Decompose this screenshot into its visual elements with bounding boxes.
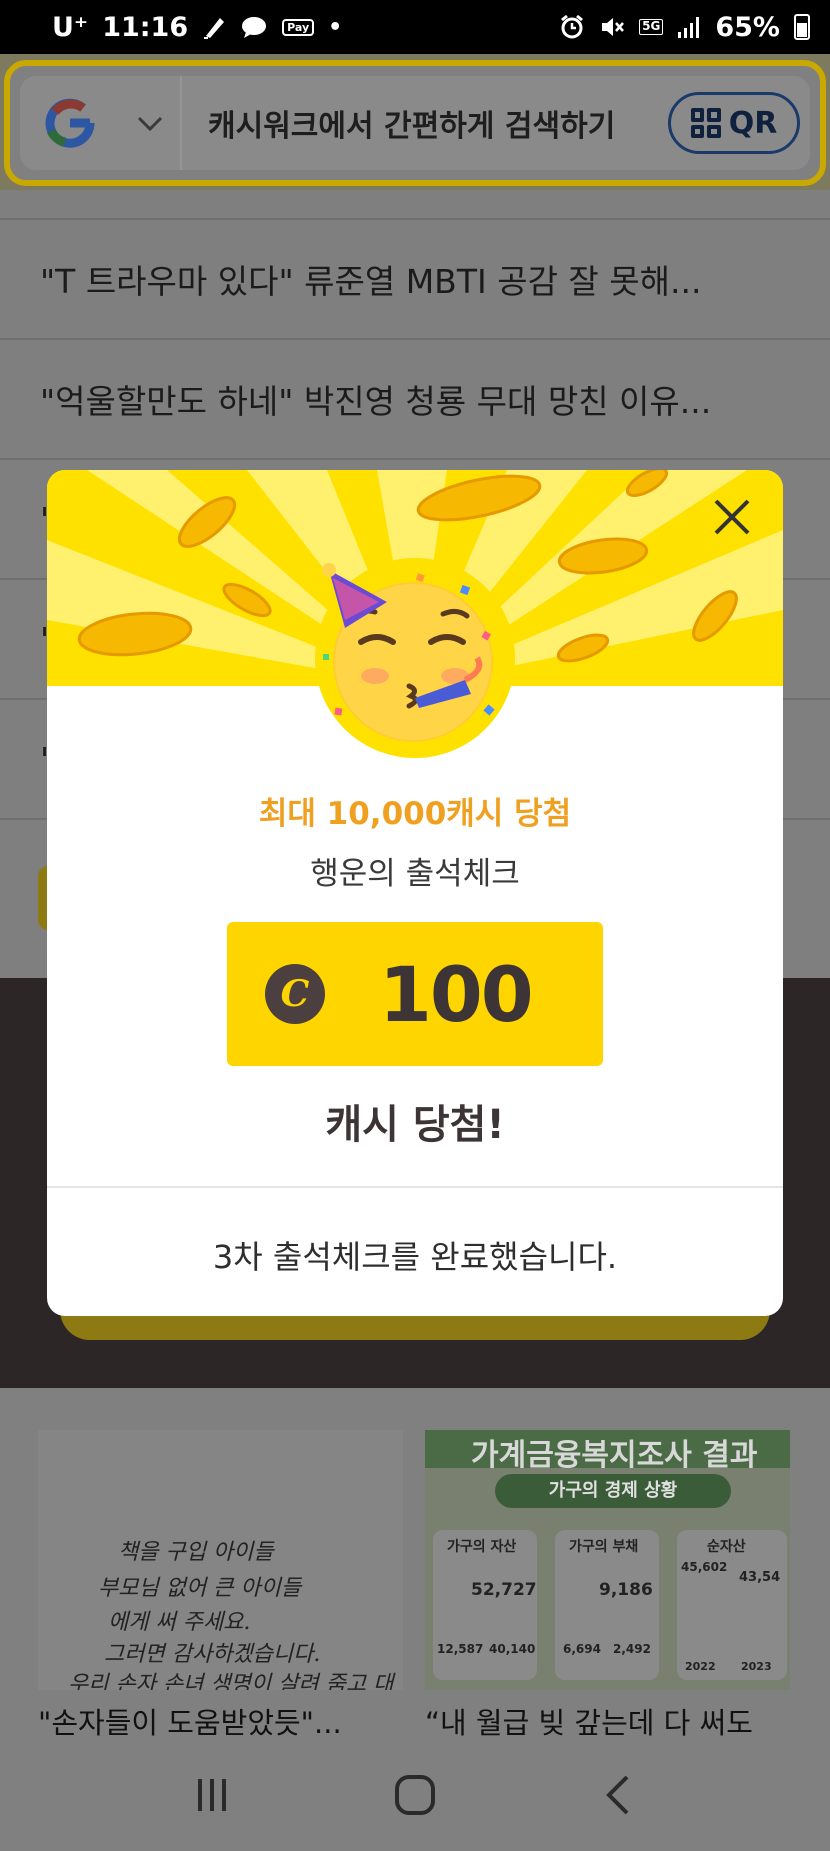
carrier-label: U⁺	[52, 11, 89, 43]
system-nav-bar	[0, 1738, 830, 1851]
battery-icon	[794, 14, 810, 40]
prize-box: C 100	[227, 922, 603, 1066]
cash-coin-icon: C	[265, 964, 325, 1024]
party-face-icon	[315, 558, 515, 758]
attendance-modal: 최대 10,000캐시 당첨 행운의 출석체크 C 100 캐시 당첨! 3차 …	[47, 470, 783, 1316]
mute-icon	[599, 14, 625, 40]
max-prize-text: 최대 10,000캐시 당첨	[258, 796, 572, 832]
back-icon[interactable]	[583, 1760, 653, 1830]
coin-symbol: C	[280, 973, 310, 1015]
pen-icon	[202, 14, 226, 40]
alarm-icon	[559, 14, 585, 40]
prize-amount: 100	[379, 949, 534, 1039]
modal-divider	[47, 1186, 783, 1188]
modal-title: 행운의 출석체크	[310, 856, 520, 892]
close-icon[interactable]	[705, 490, 759, 544]
status-bar: U⁺ 11:16 Pay • 5G 65%	[0, 0, 830, 54]
battery-percent: 65%	[715, 11, 780, 43]
pay-icon: Pay	[282, 18, 315, 36]
completion-message: 3차 출석체크를 완료했습니다.	[212, 1238, 618, 1276]
clock: 11:16	[102, 11, 189, 43]
home-icon[interactable]	[380, 1760, 450, 1830]
win-label: 캐시 당첨!	[325, 1102, 505, 1148]
dot-icon: •	[328, 14, 343, 40]
5g-icon: 5G	[639, 19, 664, 35]
signal-icon	[677, 16, 701, 38]
recent-apps-icon[interactable]	[177, 1760, 247, 1830]
chat-icon	[240, 15, 268, 39]
